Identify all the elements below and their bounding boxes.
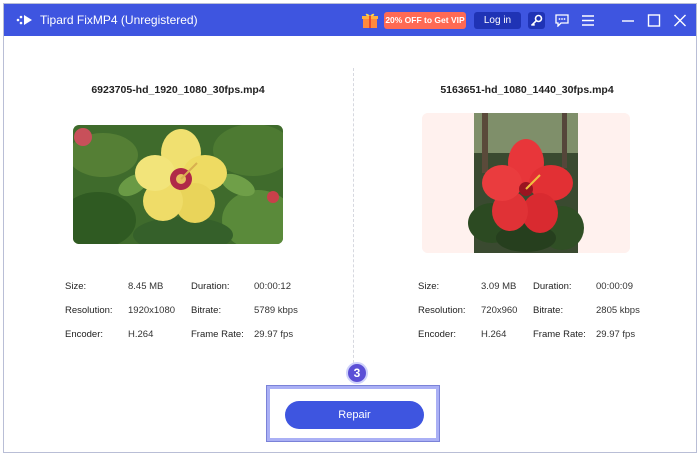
menu-icon[interactable] (581, 14, 595, 27)
left-size-label: Size: (65, 281, 87, 292)
right-resolution-value: 720x960 (481, 305, 518, 316)
key-icon (530, 14, 543, 27)
vip-promo-button[interactable]: 20% OFF to Get VIP (384, 12, 466, 29)
right-size-label: Size: (418, 281, 440, 292)
left-duration-label: Duration: (191, 281, 230, 292)
yellow-hibiscus-image (73, 125, 283, 244)
left-size-value: 8.45 MB (128, 281, 164, 292)
register-key-button[interactable] (528, 12, 545, 29)
left-bitrate-value: 5789 kbps (254, 305, 298, 316)
right-resolution-label: Resolution: (418, 305, 466, 316)
right-duration-value: 00:00:09 (596, 281, 633, 292)
panel-divider (353, 68, 354, 368)
left-frame-rate-value: 29.97 fps (254, 329, 294, 340)
left-bitrate-label: Bitrate: (191, 305, 222, 316)
close-icon[interactable] (673, 14, 687, 27)
maximize-icon[interactable] (647, 14, 661, 27)
gift-icon[interactable] (361, 11, 379, 29)
app-title: Tipard FixMP4 (Unregistered) (40, 13, 198, 27)
right-encoder-value: H.264 (481, 329, 507, 340)
left-frame-rate-label: Frame Rate: (191, 329, 244, 340)
left-video-thumbnail[interactable] (73, 125, 283, 244)
repair-button[interactable]: Repair (285, 401, 424, 429)
left-resolution-value: 1920x1080 (128, 305, 176, 316)
left-resolution-label: Resolution: (65, 305, 113, 316)
right-file-name: 5163651-hd_1080_1440_30fps.mp4 (440, 84, 614, 96)
app-window: Tipard FixMP4 (Unregistered) 20% OFF to … (3, 3, 697, 453)
feedback-icon[interactable] (555, 14, 569, 27)
right-encoder-label: Encoder: (418, 329, 457, 340)
right-size-value: 3.09 MB (481, 281, 517, 292)
red-hibiscus-image (422, 113, 630, 253)
left-file-name: 6923705-hd_1920_1080_30fps.mp4 (91, 84, 265, 96)
right-bitrate-label: Bitrate: (533, 305, 564, 316)
left-duration-value: 00:00:12 (254, 281, 291, 292)
app-logo-icon (16, 15, 32, 25)
right-video-thumbnail[interactable] (422, 113, 630, 253)
title-bar: Tipard FixMP4 (Unregistered) 20% OFF to … (4, 4, 696, 36)
right-frame-rate-label: Frame Rate: (533, 329, 586, 340)
right-duration-label: Duration: (533, 281, 572, 292)
minimize-icon[interactable] (621, 14, 635, 27)
right-frame-rate-value: 29.97 fps (596, 329, 636, 340)
left-encoder-value: H.264 (128, 329, 154, 340)
left-encoder-label: Encoder: (65, 329, 104, 340)
right-bitrate-value: 2805 kbps (596, 305, 640, 316)
login-button[interactable]: Log in (474, 12, 521, 29)
step-number-badge: 3 (346, 362, 368, 384)
